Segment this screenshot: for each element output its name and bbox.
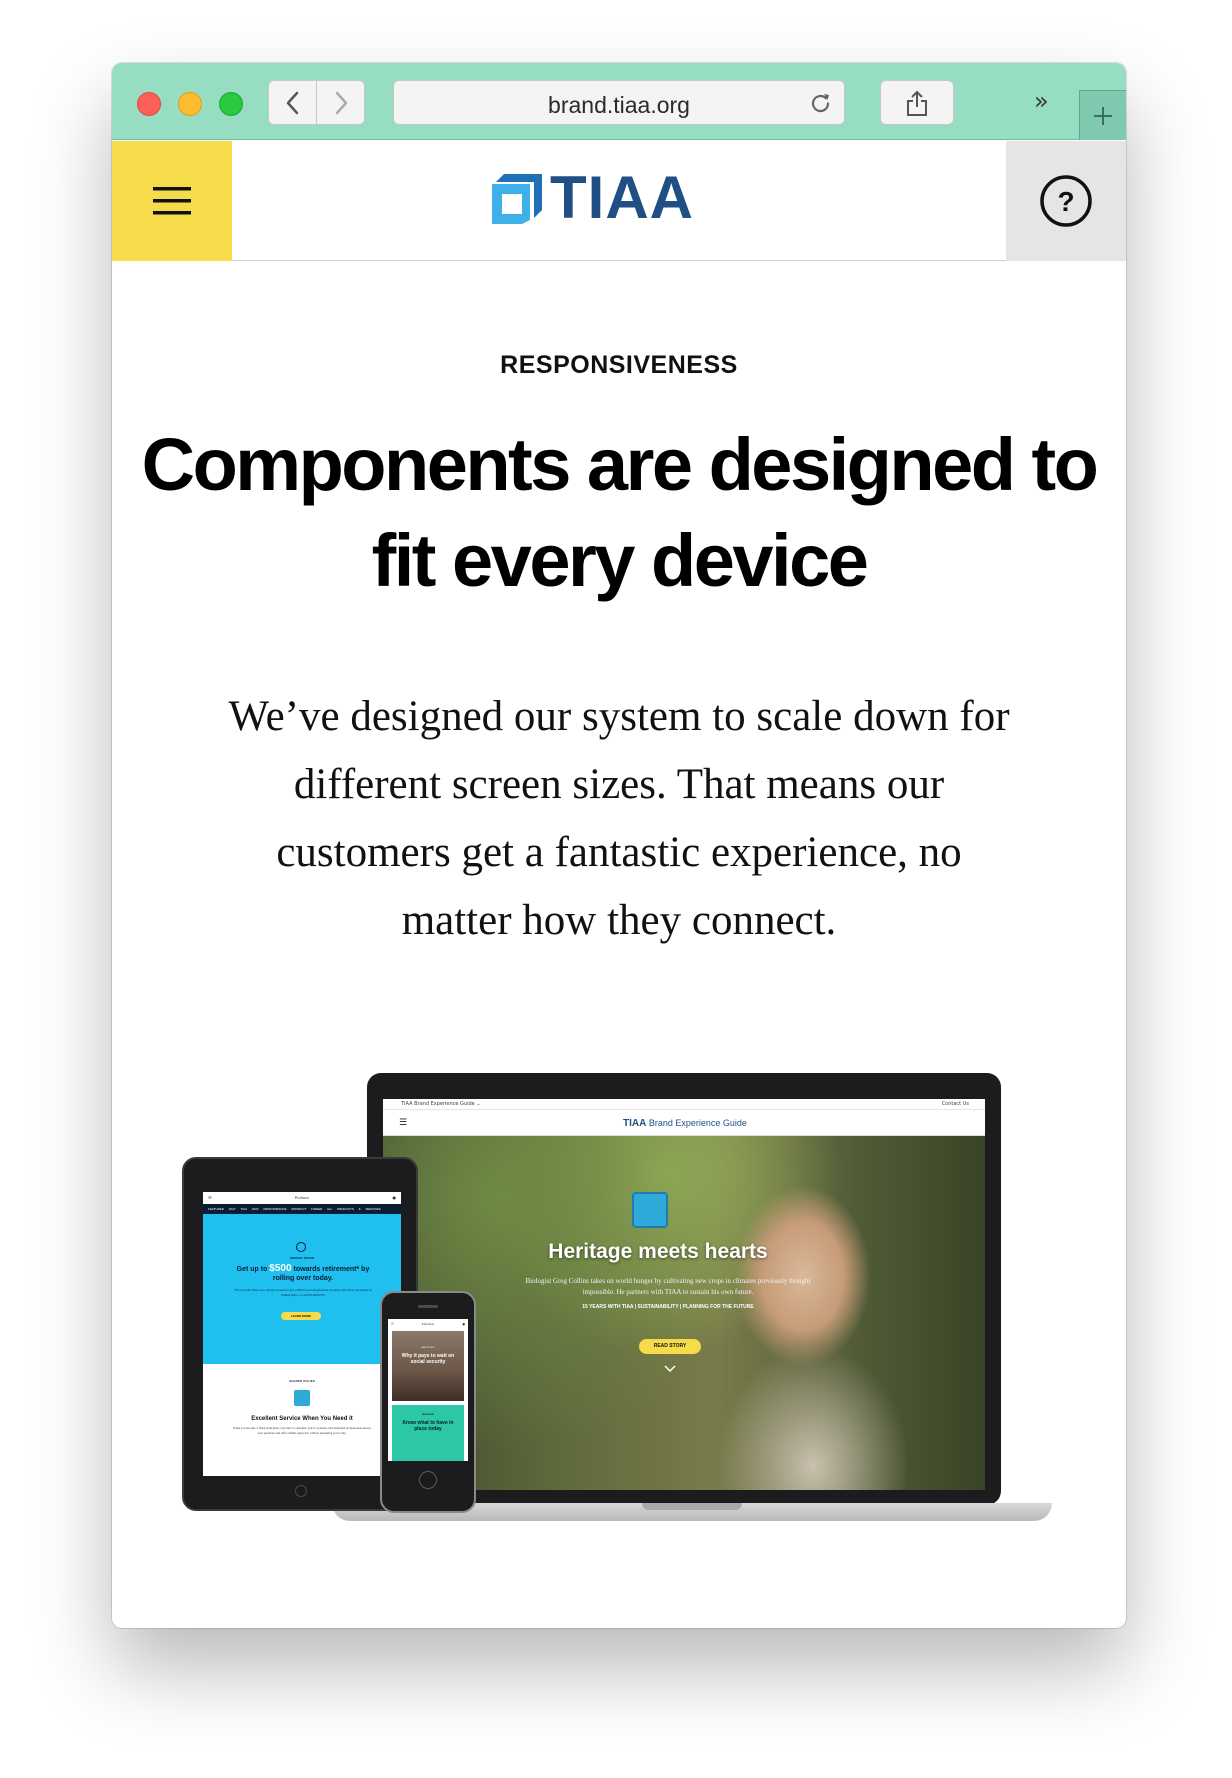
tablet-learn-more-button: LEARN MORE: [281, 1312, 321, 1320]
phone-topbar: ☰ Education ●: [388, 1319, 468, 1329]
phone-user-icon: ●: [462, 1322, 465, 1326]
minimize-window-button[interactable]: [178, 92, 202, 116]
svg-text:?: ?: [1057, 186, 1074, 217]
tablet-offer: SPECIAL OFFER Get up to $500 towards ret…: [203, 1214, 401, 1364]
laptop-hero-meta: 15 YEARS WITH TIAA | SUSTAINABILITY | PL…: [582, 1304, 754, 1310]
tablet-values: SHARED VALUES Excellent Service When You…: [203, 1364, 401, 1476]
zoom-window-button[interactable]: [219, 92, 243, 116]
tablet-shared-values: SHARED VALUES: [289, 1379, 315, 1383]
back-button[interactable]: [268, 80, 317, 125]
laptop-topbar: TIAA Brand Experience Guide ⌄ Contact Us: [383, 1099, 985, 1110]
tiaa-logo-mark: [492, 174, 542, 224]
phone-home-button: [419, 1471, 437, 1489]
laptop-nav: ☰ TIAA Brand Experience Guide: [383, 1110, 985, 1136]
address-text: brand.tiaa.org: [548, 92, 690, 118]
phone-card1-title: Why it pays to wait on social security: [401, 1353, 455, 1365]
new-tab-button[interactable]: [1079, 90, 1126, 140]
chevron-left-icon: [286, 91, 298, 114]
plus-icon: [1094, 106, 1112, 125]
hamburger-menu-icon: [153, 187, 191, 215]
intro-paragraph: We’ve designed our system to scale down …: [228, 693, 1010, 944]
tablet-service-title: Excellent Service When You Need it: [251, 1416, 353, 1422]
cube-icon: [294, 1390, 310, 1406]
forward-button[interactable]: [316, 80, 365, 125]
globe-icon: [632, 1192, 668, 1228]
tablet-offer-text: *Focus on the Future now and get a bonus…: [233, 1288, 372, 1297]
tablet-offer-headline: Get up to $500 towards retirement* by ro…: [228, 1264, 378, 1283]
laptop-read-story-button: READ STORY: [639, 1339, 701, 1354]
offer-icon: [296, 1242, 306, 1252]
laptop-notch: [642, 1503, 742, 1510]
offer-amount: $500: [269, 1263, 292, 1274]
tablet-service-text: When you become a TIAA participant, you …: [233, 1426, 371, 1435]
phone-card-social-security: MEET A TOPIC Why it pays to wait on soci…: [392, 1331, 464, 1401]
chevron-down-icon: [664, 1365, 676, 1373]
phone-screen: ☰ Education ● MEET A TOPIC Why it pays t…: [388, 1319, 468, 1461]
phone-speaker: [418, 1305, 438, 1308]
laptop-topbar-left: TIAA Brand Experience Guide ⌄: [401, 1101, 481, 1107]
phone-card1-kicker: MEET A TOPIC: [421, 1347, 435, 1349]
tiaa-logo[interactable]: TIAA: [488, 167, 693, 229]
phone-card2-title: Know what to have in place today: [402, 1420, 454, 1432]
phone-card2-kicker: EDUCATION: [422, 1414, 434, 1416]
close-window-button[interactable]: [137, 92, 161, 116]
phone-title: Education: [421, 1322, 435, 1326]
phone-card-education: EDUCATION Know what to have in place tod…: [392, 1405, 464, 1461]
laptop-hero-text: Biologist Greg Collins takes on world hu…: [525, 1277, 811, 1296]
question-mark-icon: ?: [1040, 175, 1092, 227]
share-button[interactable]: [880, 80, 954, 125]
reload-icon[interactable]: [807, 90, 834, 117]
tablet-title: Products: [295, 1195, 309, 1200]
page-title: Components are designed to fit every dev…: [141, 423, 1099, 602]
tablet-screen: ☰ Products ● FEATURED WHY TIAA OUR PERFO…: [203, 1192, 401, 1476]
responsive-devices-illustration: TIAA Brand Experience Guide ⌄ Contact Us…: [172, 1073, 1092, 1533]
browser-window: brand.tiaa.org » TIAA ? RESPONSIVENESS C…: [112, 63, 1126, 1628]
laptop-hero-title: Heritage meets hearts: [548, 1240, 768, 1263]
tablet-special-offer: SPECIAL OFFER: [290, 1256, 314, 1260]
tablet-user-icon: ●: [392, 1195, 397, 1200]
help-button[interactable]: ?: [1006, 141, 1126, 261]
tablet-nav: FEATURED WHY TIAA OUR PERFORMANCE PRODUC…: [203, 1204, 401, 1214]
section-eyebrow: RESPONSIVENESS: [500, 351, 738, 379]
phone-frame: ☰ Education ● MEET A TOPIC Why it pays t…: [380, 1291, 476, 1513]
address-bar[interactable]: brand.tiaa.org: [393, 80, 845, 125]
tablet-home-button: [295, 1485, 307, 1497]
laptop-brand: TIAA Brand Experience Guide: [623, 1118, 747, 1129]
browser-toolbar: brand.tiaa.org »: [112, 63, 1126, 140]
laptop-menu-icon: ☰: [399, 1118, 408, 1128]
tablet-topbar: ☰ Products ●: [203, 1192, 401, 1204]
laptop-topbar-right: Contact Us: [941, 1101, 969, 1107]
share-icon: [907, 90, 927, 116]
laptop-brand-name: TIAA: [623, 1118, 647, 1129]
laptop-brand-sub: Brand Experience Guide: [648, 1118, 747, 1128]
toolbar-overflow-icon[interactable]: »: [1034, 87, 1066, 115]
chevron-right-icon: [335, 91, 347, 114]
menu-button[interactable]: [112, 141, 232, 261]
offer-pre: Get up to: [236, 1266, 270, 1273]
site-header: TIAA ?: [112, 141, 1126, 261]
logo-text: TIAA: [550, 164, 694, 231]
